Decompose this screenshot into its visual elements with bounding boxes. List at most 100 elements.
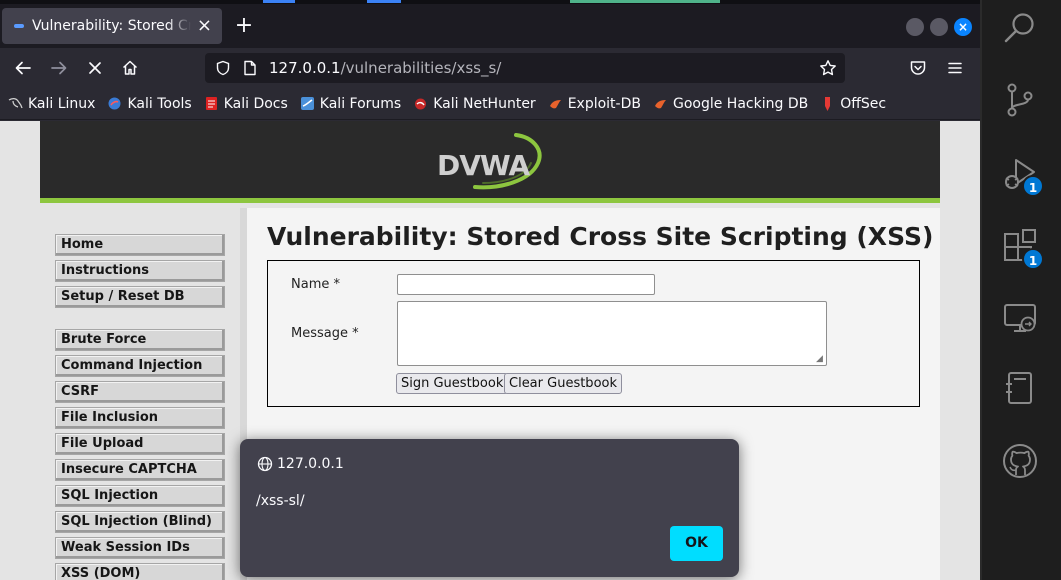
menu-item-csrf[interactable]: CSRF [55,381,225,403]
menu-item-brute-force[interactable]: Brute Force [55,329,225,351]
sign-guestbook-button[interactable]: Sign Guestbook [396,373,509,394]
name-label: Name * [291,277,340,292]
clear-guestbook-button[interactable]: Clear Guestbook [504,373,622,394]
kali-forums-icon [300,96,315,111]
pocket-button[interactable] [903,54,933,82]
notebook-icon [1006,372,1032,404]
page-title: Vulnerability: Stored Cross Site Scripti… [267,222,934,251]
new-tab-button[interactable]: + [230,12,258,40]
offsec-icon [820,96,835,111]
tab-bar: Vulnerability: Stored Cross Site Scripti… [0,4,980,48]
menu-item-weak-session-ids[interactable]: Weak Session IDs [55,537,225,559]
menu-item-home[interactable]: Home [55,234,225,256]
app-menu-button[interactable] [940,54,970,82]
menu-item-file-upload[interactable]: File Upload [55,433,225,455]
menu-item-file-inclusion[interactable]: File Inclusion [55,407,225,429]
bookmark-star-icon[interactable] [819,59,837,77]
alert-origin: 127.0.0.1 [277,456,344,472]
bookmark-kali-linux[interactable]: Kali Linux [8,96,95,112]
page-info-icon[interactable] [243,60,257,76]
resize-grip-icon[interactable]: ◢ [816,354,826,364]
search-icon [1004,13,1034,43]
tab-title: Vulnerability: Stored Cross Site Scripti… [32,18,191,34]
forward-arrow-icon [51,61,67,75]
menu-item-sql-injection-blind[interactable]: SQL Injection (Blind) [55,511,225,533]
bookmark-kali-tools[interactable]: Kali Tools [107,95,192,112]
menu-item-instructions[interactable]: Instructions [55,260,225,282]
home-icon [122,60,138,75]
pocket-icon [910,61,926,75]
run-debug-badge: 1 [1022,175,1044,197]
navigation-bar: 127.0.0.1/vulnerabilities/xss_s/ [0,48,980,88]
stop-loading-button[interactable] [80,54,110,82]
url-path: /vulnerabilities/xss_s/ [340,59,502,77]
bookmark-label: Kali Linux [28,95,96,112]
bookmark-label: Kali Docs [223,95,288,112]
url-bar[interactable]: 127.0.0.1/vulnerabilities/xss_s/ [205,53,845,83]
activity-github[interactable] [1000,441,1040,481]
source-control-icon [1007,83,1033,117]
kali-dragon-icon [8,96,23,111]
bookmark-label: Google Hacking DB [672,95,809,112]
kali-nethunter-icon [413,96,428,111]
logo-text: DVWA [437,149,530,182]
bookmark-kali-nethunter[interactable]: Kali NetHunter [413,95,536,112]
bookmark-label: Kali Forums [319,95,402,112]
bookmark-exploit-db[interactable]: Exploit-DB [548,96,641,112]
bookmark-label: Kali Tools [127,95,192,112]
kali-tools-icon [107,96,122,111]
name-input[interactable] [397,274,655,295]
bookmark-google-hacking-db[interactable]: Google Hacking DB [653,96,808,112]
bookmark-label: Exploit-DB [567,95,641,112]
message-label: Message * [291,326,359,341]
forward-button[interactable] [44,54,74,82]
bookmark-label: Kali NetHunter [433,95,536,112]
menu-item-insecure-captcha[interactable]: Insecure CAPTCHA [55,459,225,481]
remote-explorer-icon [1004,304,1036,332]
browser-tab[interactable]: Vulnerability: Stored Cross Site Scripti… [2,8,222,44]
alert-message: /xss-sl/ [256,493,305,509]
exploit-db-icon [548,96,563,111]
back-arrow-icon [15,61,31,75]
bookmark-kali-docs[interactable]: Kali Docs [204,96,288,112]
hamburger-menu-icon [948,62,962,74]
guestbook-form: Name * Message * ◢ Sign Guestbook Clear … [267,260,920,407]
stop-icon [89,62,101,74]
minimize-button[interactable] [906,18,924,36]
bookmark-label: OffSec [840,95,887,112]
alert-ok-button[interactable]: OK [670,526,723,561]
back-button[interactable] [8,54,38,82]
activity-source-control[interactable] [1000,80,1040,120]
tracking-shield-icon[interactable] [215,60,231,76]
bookmark-kali-forums[interactable]: Kali Forums [300,96,401,112]
menu-item-setup-reset-db[interactable]: Setup / Reset DB [55,286,225,308]
url-host: 127.0.0.1 [269,59,341,77]
left-menu: Home Instructions Setup / Reset DB Brute… [40,208,240,580]
kali-docs-icon [204,96,219,111]
extensions-badge: 1 [1022,248,1044,270]
menu-item-sql-injection[interactable]: SQL Injection [55,485,225,507]
github-icon [1003,444,1037,478]
activity-bar: 1 1 [980,0,1061,580]
home-button[interactable] [115,54,145,82]
url-text: 127.0.0.1/vulnerabilities/xss_s/ [269,59,501,77]
alert-header: 127.0.0.1 [257,456,344,472]
bookmark-offsec[interactable]: OffSec [820,96,886,112]
window-close-button[interactable]: × [954,18,972,36]
tab-close-icon[interactable]: × [197,17,212,35]
maximize-button[interactable] [930,18,948,36]
ghdb-icon [653,96,668,111]
activity-search[interactable] [1000,8,1040,48]
alert-dialog: 127.0.0.1 /xss-sl/ OK [240,439,739,577]
globe-icon [257,456,273,472]
bookmarks-toolbar: Kali Linux Kali Tools Kali Docs Kali For… [0,88,980,120]
menu-item-command-injection[interactable]: Command Injection [55,355,225,377]
message-textarea[interactable] [397,301,827,366]
activity-remote-explorer[interactable] [1000,298,1040,338]
tab-favicon-icon [14,24,24,28]
browser-window: Vulnerability: Stored Cross Site Scripti… [0,0,980,580]
activity-notebook[interactable] [1000,368,1040,408]
menu-item-xss-dom[interactable]: XSS (DOM) [55,563,225,580]
dvwa-header: DVWA [40,121,940,203]
dvwa-logo: DVWA [435,129,545,195]
